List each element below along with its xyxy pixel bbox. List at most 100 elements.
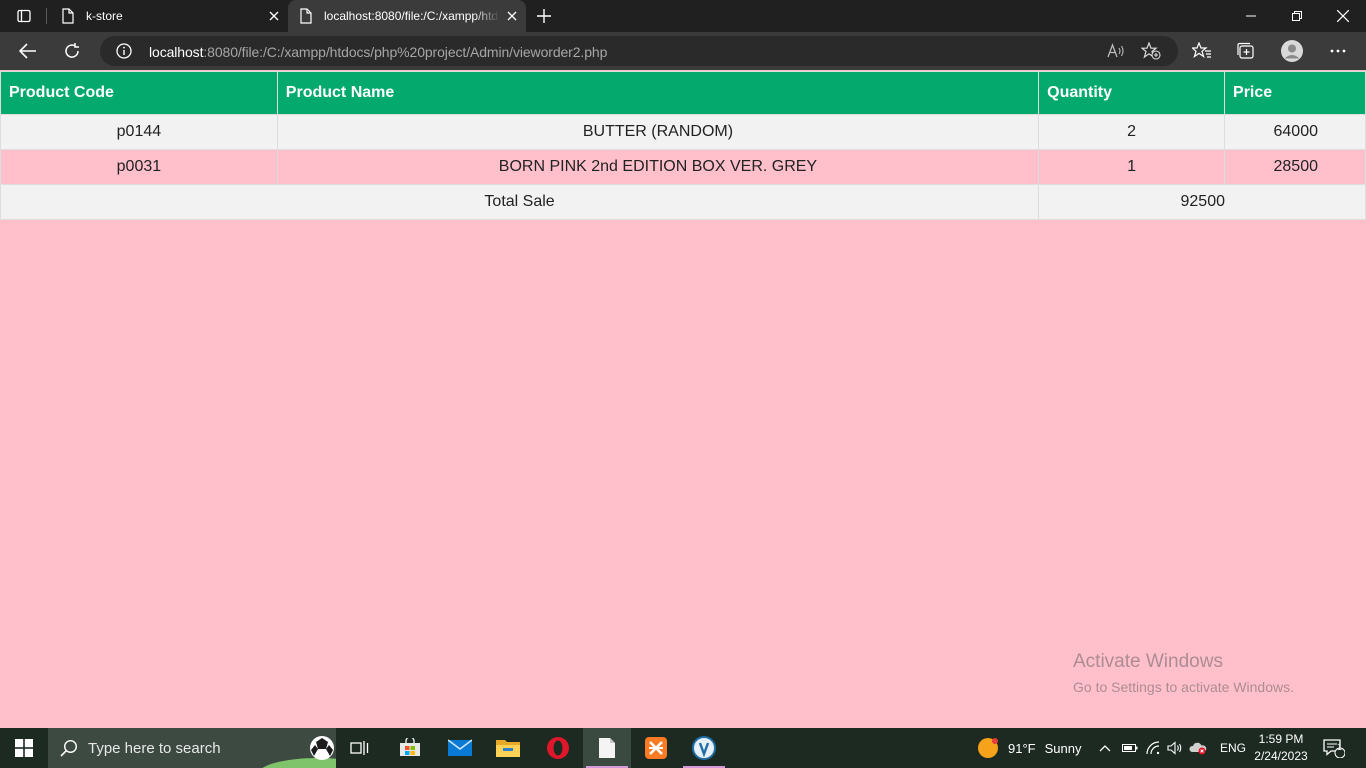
show-hidden-icons-icon[interactable] (1096, 744, 1114, 752)
cell-quantity: 1 (1038, 149, 1226, 185)
cell-price: 64000 (1224, 114, 1366, 150)
tab-actions-icon (17, 9, 31, 23)
total-sale-value: 92500 (1038, 184, 1366, 220)
tab-actions-button[interactable] (8, 6, 40, 26)
opera-icon (547, 737, 569, 759)
search-placeholder: Type here to search (88, 740, 221, 757)
read-aloud-icon[interactable] (1106, 41, 1126, 61)
order-table: Product Code Product Name Quantity Price… (0, 71, 1366, 220)
favorites-button[interactable] (1188, 37, 1216, 65)
taskbar-search[interactable]: Type here to search (48, 728, 336, 768)
refresh-icon (65, 43, 79, 58)
app-pinned-button[interactable] (680, 728, 728, 768)
document-icon (599, 738, 615, 758)
cell-product-name: BORN PINK 2nd EDITION BOX VER. GREY (276, 149, 1040, 185)
page-viewport: Product Code Product Name Quantity Price… (0, 70, 1366, 728)
back-button[interactable] (14, 37, 42, 65)
info-icon[interactable] (116, 43, 132, 59)
profile-button[interactable] (1278, 37, 1306, 65)
header-product-name: Product Name (276, 71, 1040, 115)
system-tray: ENG (1096, 728, 1246, 768)
notifications-button[interactable]: 1 (1322, 728, 1346, 768)
xampp-button[interactable] (632, 728, 680, 768)
search-icon (60, 739, 78, 757)
cell-price: 28500 (1224, 149, 1366, 185)
cell-product-code: p0144 (0, 114, 278, 150)
table-row: p0031 BORN PINK 2nd EDITION BOX VER. GRE… (0, 149, 1366, 185)
restore-button[interactable] (1274, 0, 1320, 32)
back-arrow-icon (19, 43, 36, 59)
collections-icon (1237, 42, 1254, 59)
profile-avatar-icon (1281, 40, 1303, 62)
weather-condition: Sunny (1044, 740, 1082, 756)
battery-icon[interactable] (1118, 743, 1142, 753)
close-tab-icon[interactable] (266, 8, 282, 24)
total-sale-label: Total Sale (0, 184, 1040, 220)
cell-quantity: 2 (1038, 114, 1226, 150)
language-indicator[interactable]: ENG (1220, 741, 1246, 755)
table-header-row: Product Code Product Name Quantity Price (0, 71, 1366, 115)
tab-title: localhost:8080/file:/C:/xampp/htdocs/php… (324, 9, 500, 23)
folder-icon (496, 740, 520, 757)
tab-strip: k-store localhost:8080/file:/C:/xampp/ht… (0, 0, 1366, 32)
weather-widget[interactable]: 91°F Sunny (976, 728, 1081, 768)
header-quantity: Quantity (1038, 71, 1226, 115)
store-bag-icon (400, 738, 420, 756)
mail-button[interactable] (436, 728, 484, 768)
close-icon (1337, 10, 1349, 22)
weather-temp: 91°F (1008, 740, 1036, 756)
cell-product-name: BUTTER (RANDOM) (276, 114, 1040, 150)
header-price: Price (1224, 71, 1366, 115)
mail-icon (448, 739, 472, 756)
page-icon (60, 8, 76, 24)
more-icon (1330, 49, 1346, 53)
xampp-icon (645, 737, 667, 759)
plus-icon (537, 9, 551, 23)
task-view-icon (350, 741, 369, 755)
close-tab-icon[interactable] (504, 8, 520, 24)
opera-button[interactable] (534, 728, 582, 768)
taskbar: Type here to search 91°F Sunny ENG 1:59 … (0, 728, 1366, 768)
minimize-icon (1246, 15, 1256, 17)
onedrive-error-icon[interactable] (1186, 741, 1210, 755)
address-bar[interactable]: localhost:8080/file:/C:/xampp/htdocs/php… (100, 36, 1178, 66)
clock-date: 2/24/2023 (1254, 749, 1308, 763)
url-text[interactable]: localhost:8080/file:/C:/xampp/htdocs/php… (149, 44, 607, 60)
close-window-button[interactable] (1320, 0, 1366, 32)
tab-title: k-store (86, 9, 123, 23)
cell-product-code: p0031 (0, 149, 278, 185)
favorites-icon (1192, 42, 1211, 58)
tab-vieworder[interactable]: localhost:8080/file:/C:/xampp/htdocs/php… (288, 0, 526, 32)
watermark-title: Activate Windows (1073, 651, 1223, 672)
browser-toolbar: localhost:8080/file:/C:/xampp/htdocs/php… (0, 32, 1366, 70)
start-button[interactable] (0, 728, 48, 768)
total-row: Total Sale 92500 (0, 184, 1366, 220)
refresh-button[interactable] (58, 37, 86, 65)
table-row: p0144 BUTTER (RANDOM) 2 64000 (0, 114, 1366, 150)
url-host: localhost (149, 44, 204, 60)
volume-icon[interactable] (1164, 741, 1186, 755)
header-product-code: Product Code (0, 71, 278, 115)
add-favorite-icon[interactable] (1141, 41, 1161, 61)
file-explorer-button[interactable] (484, 728, 532, 768)
tab-k-store[interactable]: k-store (50, 0, 286, 32)
microsoft-store-button[interactable] (386, 728, 434, 768)
sun-icon (978, 738, 998, 758)
task-view-button[interactable] (336, 728, 384, 768)
watermark-subtitle: Go to Settings to activate Windows. (1073, 679, 1294, 695)
clock-time: 1:59 PM (1258, 732, 1304, 746)
tab-separator (46, 8, 47, 24)
pinned-app-icon (692, 736, 716, 760)
notepad-button[interactable] (583, 728, 631, 768)
minimize-button[interactable] (1228, 0, 1274, 32)
restore-icon (1292, 11, 1302, 21)
search-highlight-art (262, 736, 336, 768)
collections-button[interactable] (1232, 37, 1260, 65)
wifi-icon[interactable] (1142, 741, 1164, 755)
new-tab-button[interactable] (532, 6, 556, 26)
windows-logo-icon (15, 739, 33, 757)
url-path: :8080/file:/C:/xampp/htdocs/php%20projec… (203, 44, 608, 60)
activate-windows-watermark: Activate Windows Go to Settings to activ… (1073, 651, 1294, 695)
settings-more-button[interactable] (1324, 37, 1352, 65)
taskbar-clock[interactable]: 1:59 PM 2/24/2023 (1248, 731, 1314, 765)
